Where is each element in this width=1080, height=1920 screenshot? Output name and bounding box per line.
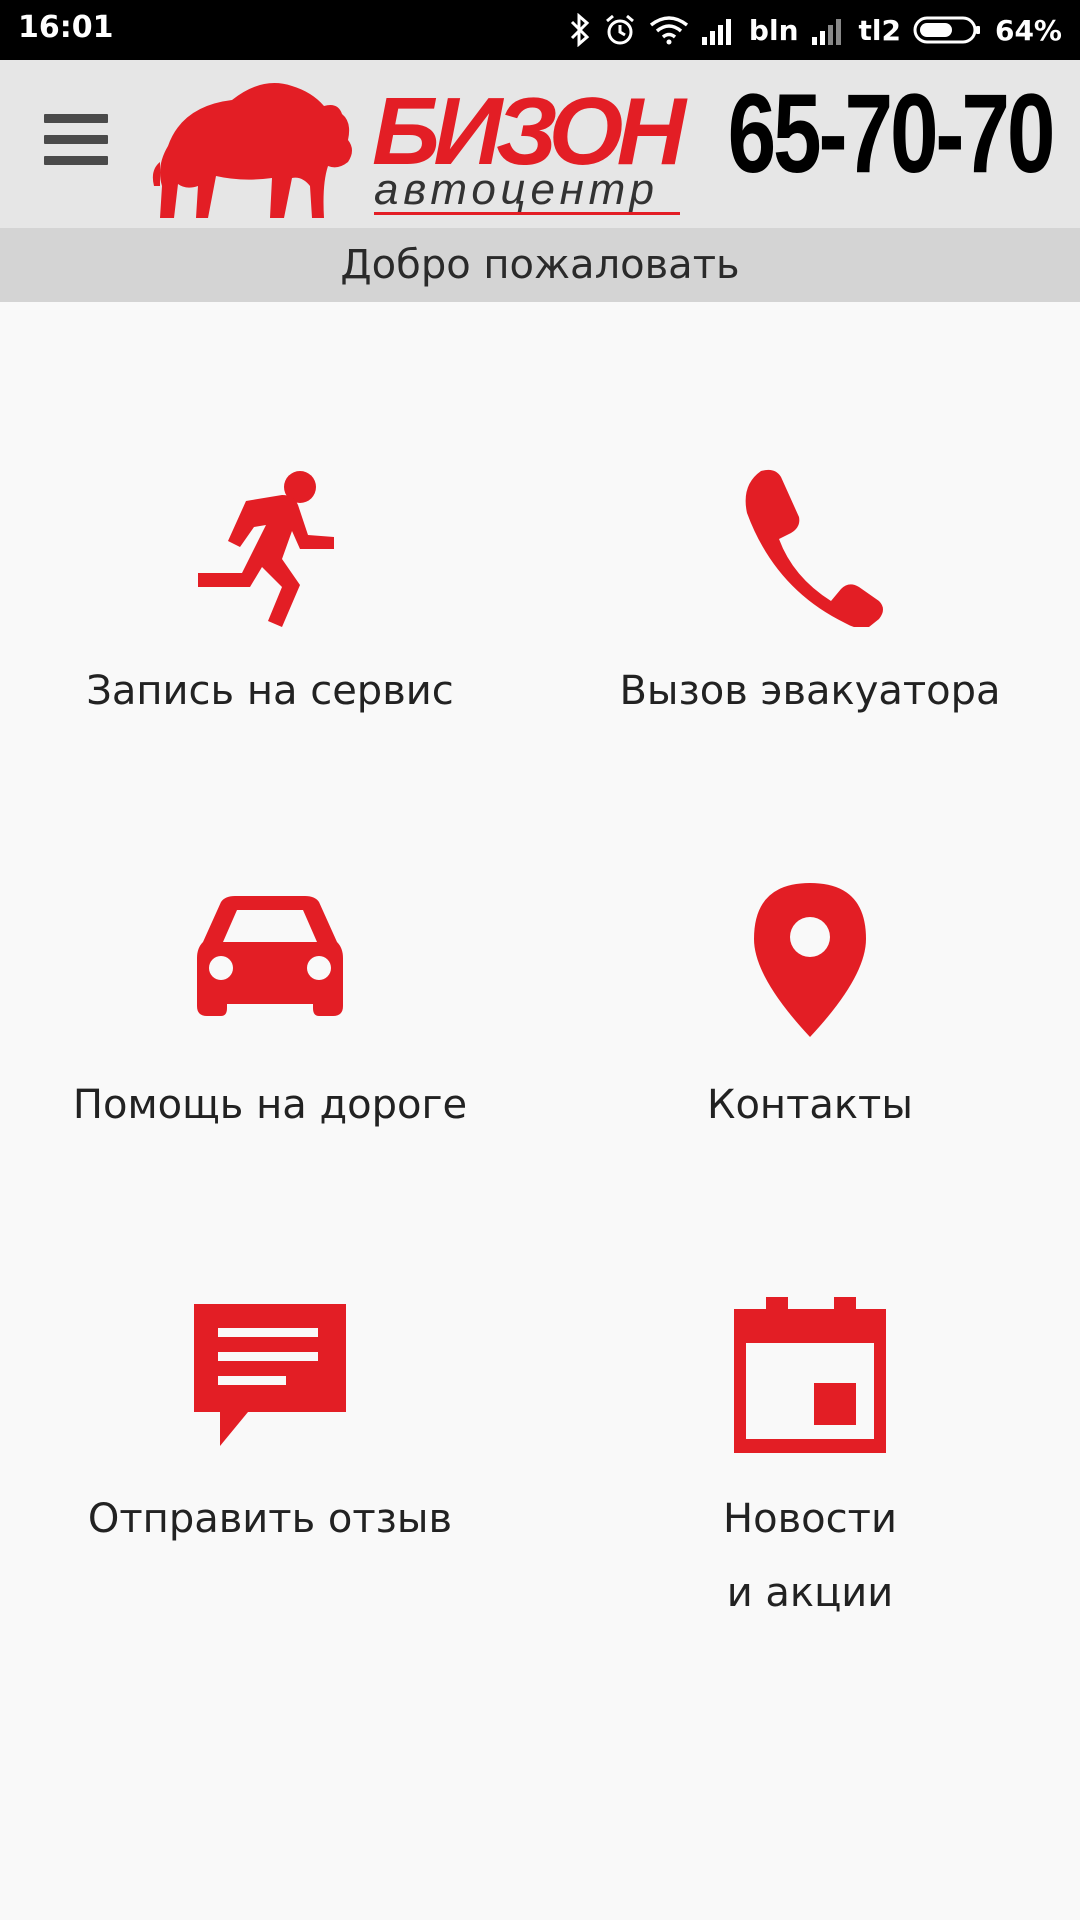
welcome-banner: Добро пожаловать: [0, 228, 1080, 302]
menu-icon: [44, 114, 108, 123]
car-icon: [197, 896, 343, 1016]
tile-label: Контакты: [707, 1082, 913, 1128]
carrier-2: tl2: [858, 13, 901, 47]
tile-label: Вызов эвакуатора: [619, 668, 1001, 714]
battery-icon: [913, 15, 983, 45]
tile-tow-truck[interactable]: Вызов эвакуатора: [540, 462, 1080, 728]
status-icons: bln tl2 64%: [569, 8, 1062, 52]
tile-label: Новости и акции: [723, 1496, 897, 1616]
carrier-1: bln: [748, 13, 799, 47]
menu-button[interactable]: [44, 114, 112, 174]
status-bar: 16:01 bln tl2 64%: [0, 0, 1080, 60]
brand-sub: автоцентр: [374, 165, 654, 214]
phone-number[interactable]: 65-70-70: [727, 78, 1055, 190]
bluetooth-icon: [570, 13, 590, 47]
tile-label: Помощь на дороге: [72, 1082, 468, 1128]
tile-label: Запись на сервис: [86, 668, 454, 714]
brand-logo: БИЗОН автоцентр: [152, 78, 686, 218]
status-time: 16:01: [18, 10, 114, 45]
wifi-icon: [649, 16, 688, 45]
bison-icon: [152, 83, 352, 218]
calendar-icon: [734, 1297, 886, 1453]
tile-news-promotions[interactable]: Новости и акции: [540, 1290, 1080, 1630]
tile-contacts[interactable]: Контакты: [540, 876, 1080, 1142]
signal-icon-2: [811, 19, 841, 45]
app-header: БИЗОН автоцентр 65-70-70: [0, 60, 1080, 228]
tile-service-booking[interactable]: Запись на сервис: [0, 462, 540, 728]
tile-send-feedback[interactable]: Отправить отзыв: [0, 1290, 540, 1556]
running-person-icon: [198, 471, 334, 627]
message-icon: [194, 1304, 346, 1446]
phone-icon: [745, 469, 883, 627]
tile-road-assistance[interactable]: Помощь на дороге: [0, 876, 540, 1142]
battery-percent: 64%: [994, 13, 1062, 47]
map-pin-icon: [754, 883, 866, 1037]
tile-label: Отправить отзыв: [87, 1496, 453, 1542]
alarm-icon: [605, 14, 634, 45]
signal-icon: [701, 19, 731, 45]
